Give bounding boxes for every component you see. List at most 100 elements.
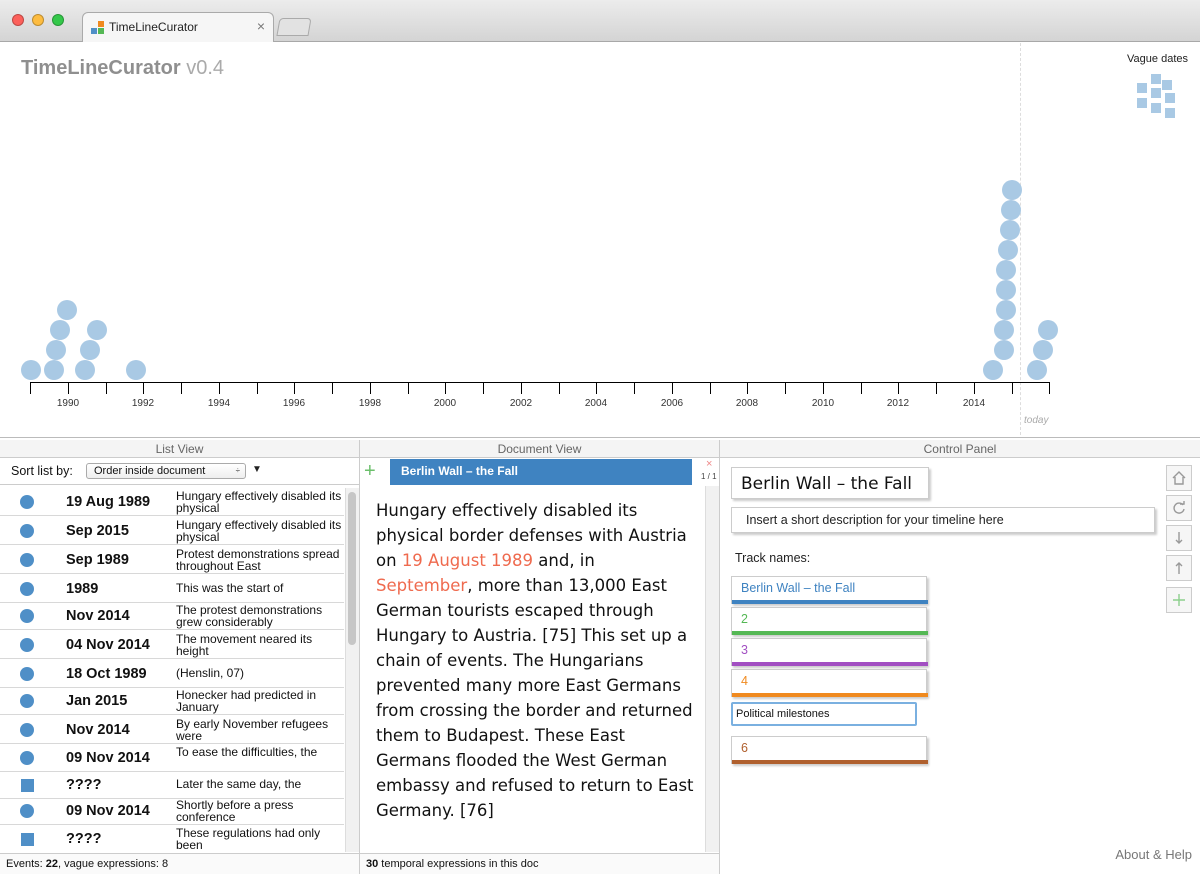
- timeline-event-dot[interactable]: [996, 280, 1016, 300]
- document-status-bar: 30 temporal expressions in this doc: [360, 853, 719, 874]
- tab-close-icon[interactable]: ×: [257, 18, 265, 34]
- event-date: 09 Nov 2014: [66, 750, 150, 766]
- event-circle-icon: [20, 582, 34, 596]
- timeline-event-dot[interactable]: [21, 360, 41, 380]
- move-down-button[interactable]: [1166, 525, 1192, 551]
- event-list-row[interactable]: ???? These regulations had only been: [0, 825, 344, 852]
- add-document-icon[interactable]: +: [364, 461, 376, 481]
- list-view-header: List View: [0, 440, 359, 458]
- event-list-row[interactable]: 19 Aug 1989 Hungary effectively disabled …: [0, 488, 344, 516]
- timeline-event-dot[interactable]: [996, 260, 1016, 280]
- panel-divider: [359, 440, 360, 874]
- refresh-button[interactable]: [1166, 495, 1192, 521]
- event-list-row[interactable]: Nov 2014 By early November refugees were: [0, 716, 344, 744]
- timeline-event-dot[interactable]: [50, 320, 70, 340]
- minimize-window-button[interactable]: [32, 14, 44, 26]
- event-list-row[interactable]: 1989 This was the start of: [0, 575, 344, 603]
- event-list-row[interactable]: 09 Nov 2014 To ease the difficulties, the: [0, 744, 344, 772]
- timeline-event-dot[interactable]: [1001, 200, 1021, 220]
- timeline-title-field[interactable]: Berlin Wall – the Fall: [731, 467, 929, 499]
- event-list-row[interactable]: Nov 2014 The protest demonstrations grew …: [0, 602, 344, 630]
- vague-date-marker[interactable]: [1151, 74, 1161, 84]
- timeline-event-dot[interactable]: [983, 360, 1003, 380]
- sort-select[interactable]: Order inside document ÷: [86, 463, 246, 479]
- temporal-count: 30: [366, 858, 379, 870]
- about-help-link[interactable]: About & Help: [1115, 847, 1192, 862]
- event-list-row[interactable]: Sep 2015 Hungary effectively disabled its…: [0, 517, 344, 545]
- axis-tick: [1012, 382, 1013, 394]
- event-list-row[interactable]: 18 Oct 1989 (Henslin, 07): [0, 660, 344, 688]
- axis-tick: [747, 382, 748, 394]
- vague-date-marker[interactable]: [1165, 93, 1175, 103]
- timeline-event-dot[interactable]: [75, 360, 95, 380]
- track-name-input[interactable]: [731, 702, 917, 726]
- list-scrollbar-thumb[interactable]: [348, 492, 356, 645]
- track-name-item[interactable]: 2: [731, 607, 928, 635]
- axis-year-label: 1998: [358, 398, 382, 409]
- timeline-event-dot[interactable]: [994, 340, 1014, 360]
- vague-date-marker[interactable]: [1165, 108, 1175, 118]
- axis-tick: [710, 382, 711, 394]
- event-snippet: Shortly before a press conference: [176, 798, 294, 824]
- document-scrollbar[interactable]: [705, 486, 719, 852]
- timeline-view[interactable]: TimeLineCurator v0.4 Vague dates today 1…: [0, 43, 1200, 438]
- timeline-description-field[interactable]: Insert a short description for your time…: [731, 507, 1155, 533]
- timeline-event-dot[interactable]: [1038, 320, 1058, 340]
- track-name-item[interactable]: 3: [731, 638, 928, 666]
- app-title: TimeLineCurator v0.4: [21, 57, 224, 80]
- track-name-item[interactable]: 6: [731, 736, 928, 764]
- vague-date-marker[interactable]: [1151, 103, 1161, 113]
- event-list[interactable]: 19 Aug 1989 Hungary effectively disabled …: [0, 488, 344, 852]
- vague-date-marker[interactable]: [1137, 83, 1147, 93]
- zoom-window-button[interactable]: [52, 14, 64, 26]
- timeline-event-dot[interactable]: [1000, 220, 1020, 240]
- axis-tick: [1049, 382, 1050, 394]
- axis-tick: [106, 382, 107, 394]
- timeline-event-dot[interactable]: [996, 300, 1016, 320]
- close-window-button[interactable]: [12, 14, 24, 26]
- event-date: Sep 2015: [66, 523, 129, 539]
- home-button[interactable]: [1166, 465, 1192, 491]
- timeline-event-dot[interactable]: [126, 360, 146, 380]
- axis-tick: [898, 382, 899, 394]
- add-track-button[interactable]: [1166, 587, 1192, 613]
- event-list-row[interactable]: Sep 1989 Protest demonstrations spread th…: [0, 546, 344, 574]
- move-up-button[interactable]: [1166, 555, 1192, 581]
- vague-count: , vague expressions: 8: [58, 858, 169, 870]
- event-list-row[interactable]: ???? Later the same day, the: [0, 771, 344, 799]
- browser-tab[interactable]: TimeLineCurator ×: [82, 12, 274, 42]
- axis-year-label: 2004: [584, 398, 608, 409]
- event-date: ????: [66, 831, 102, 847]
- close-document-icon[interactable]: ×: [706, 458, 712, 470]
- event-circle-icon: [20, 751, 34, 765]
- track-name-item[interactable]: 4: [731, 669, 928, 697]
- event-list-row[interactable]: Jan 2015 Honecker had predicted in Januar…: [0, 687, 344, 715]
- vague-date-marker[interactable]: [1151, 88, 1161, 98]
- event-list-row[interactable]: 09 Nov 2014 Shortly before a press confer…: [0, 797, 344, 825]
- vague-event-square-icon: [21, 833, 34, 846]
- event-date: 09 Nov 2014: [66, 803, 150, 819]
- new-tab-button[interactable]: [276, 18, 312, 36]
- sort-direction-toggle[interactable]: ▼: [252, 464, 262, 475]
- timeline-event-dot[interactable]: [80, 340, 100, 360]
- vague-date-marker[interactable]: [1162, 80, 1172, 90]
- timeline-event-dot[interactable]: [46, 340, 66, 360]
- axis-year-label: 2010: [811, 398, 835, 409]
- axis-tick: [936, 382, 937, 394]
- timeline-event-dot[interactable]: [1033, 340, 1053, 360]
- temporal-expression[interactable]: September: [376, 576, 467, 595]
- document-tab[interactable]: Berlin Wall – the Fall: [390, 459, 692, 485]
- axis-year-label: 1992: [131, 398, 155, 409]
- timeline-event-dot[interactable]: [87, 320, 107, 340]
- timeline-event-dot[interactable]: [1027, 360, 1047, 380]
- track-name-item[interactable]: Berlin Wall – the Fall: [731, 576, 928, 604]
- temporal-expression[interactable]: 19 August 1989: [402, 551, 533, 570]
- timeline-event-dot[interactable]: [994, 320, 1014, 340]
- timeline-event-dot[interactable]: [57, 300, 77, 320]
- axis-year-label: 2008: [735, 398, 759, 409]
- timeline-event-dot[interactable]: [998, 240, 1018, 260]
- timeline-event-dot[interactable]: [44, 360, 64, 380]
- timeline-event-dot[interactable]: [1002, 180, 1022, 200]
- event-list-row[interactable]: 04 Nov 2014 The movement neared its heigh…: [0, 631, 344, 659]
- vague-date-marker[interactable]: [1137, 98, 1147, 108]
